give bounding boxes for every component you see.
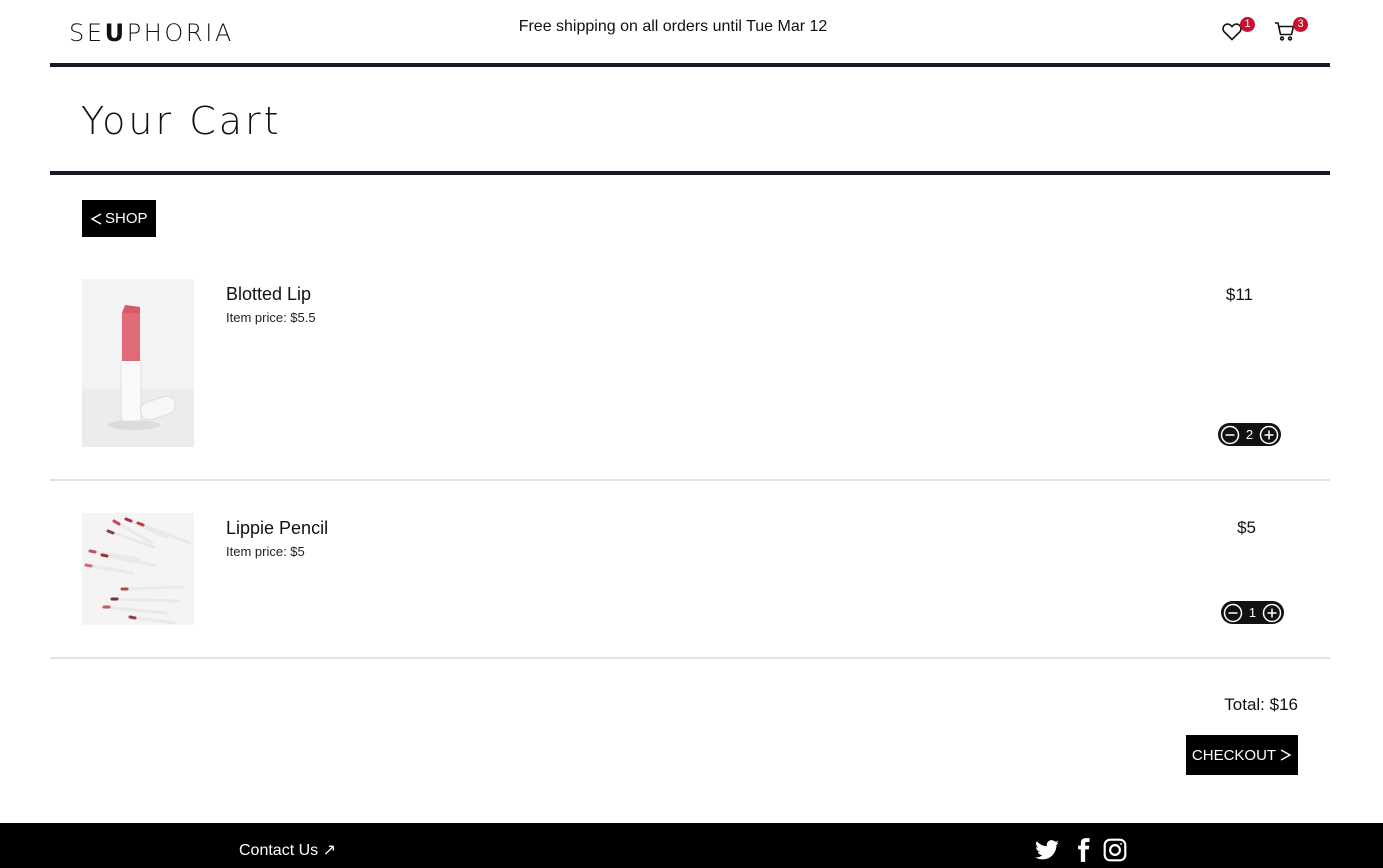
quantity-stepper: 1 [1221,601,1284,624]
cart-item: Blotted Lip Item price: $5.5 $11 2 [50,262,1330,481]
item-name[interactable]: Lippie Pencil [226,518,328,539]
quantity-stepper: 2 [1218,423,1281,446]
quantity-value: 2 [1245,427,1254,442]
twitter-icon [1035,840,1059,860]
instagram-link[interactable] [1102,837,1128,863]
item-unit-price: Item price: $5.5 [226,310,316,325]
twitter-link[interactable] [1034,837,1060,863]
minus-circle-icon [1223,603,1243,622]
cart-total: Total: $16 [1224,695,1298,714]
increase-quantity-button[interactable] [1259,425,1279,445]
cart-item: Lippie Pencil Item price: $5 $5 1 [50,481,1330,659]
chevron-left-icon [90,212,102,225]
checkout-label: CHECKOUT [1191,746,1277,764]
cart-count-badge: 3 [1293,17,1308,32]
promo-banner: Free shipping on all orders until Tue Ma… [518,18,828,35]
item-unit-price: Item price: $5 [226,544,305,559]
site-footer: Contact Us ↗ [0,823,1383,868]
facebook-icon [1078,838,1090,862]
chevron-right-icon [1280,749,1292,761]
contact-us-link[interactable]: Contact Us ↗ [239,840,336,860]
back-to-shop-button[interactable]: SHOP [82,200,156,237]
checkout-button[interactable]: CHECKOUT [1186,735,1298,775]
minus-circle-icon [1220,425,1240,444]
quantity-value: 1 [1248,605,1257,620]
lip-pencils-image [82,513,194,625]
increase-quantity-button[interactable] [1262,603,1282,623]
plus-circle-icon [1262,603,1282,622]
title-band: Your Cart [50,67,1330,175]
instagram-icon [1103,838,1127,862]
item-line-total: $11 [1225,285,1253,304]
decrease-quantity-button[interactable] [1220,425,1240,445]
facebook-link[interactable] [1070,837,1096,863]
plus-circle-icon [1259,425,1279,444]
wishlist-count-badge: 1 [1240,17,1255,32]
item-line-total: $5 [1237,518,1256,537]
product-image[interactable] [82,513,194,625]
page-title: Your Cart [81,99,282,143]
cart-button[interactable]: 3 [1273,17,1308,45]
shop-label: SHOP [105,210,148,227]
item-name[interactable]: Blotted Lip [226,284,311,305]
decrease-quantity-button[interactable] [1223,603,1243,623]
lipstick-image [82,279,194,447]
product-image[interactable] [82,279,194,447]
wishlist-button[interactable]: 1 [1220,17,1255,45]
